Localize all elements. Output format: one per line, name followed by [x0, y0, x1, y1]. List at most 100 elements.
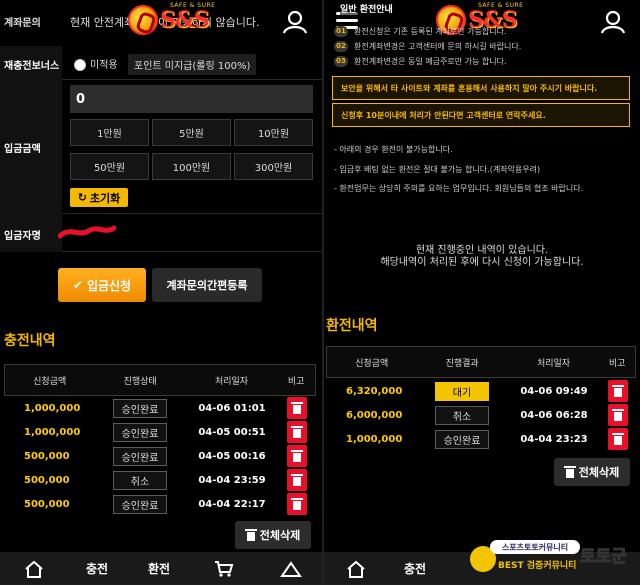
account-inquiry-label: 계좌문의	[4, 18, 41, 29]
scroll-top-icon[interactable]	[280, 560, 302, 578]
notice-text: 환전계좌변경은 고객센터에 문의 하시길 바랍니다.	[354, 42, 522, 51]
amount-label: 입금금액	[4, 144, 41, 155]
status-badge: 취소	[113, 470, 167, 490]
brand-logo[interactable]: S&S SAFE & SURE	[128, 2, 215, 38]
trash-icon	[291, 402, 303, 414]
amount-5man-button[interactable]: 5만원	[152, 119, 231, 146]
deposit-history-title: 충전내역	[4, 333, 56, 349]
table-row: 6,320,000 대기 04-06 09:49	[326, 379, 636, 403]
notice-text: 환전신청은 기존 등록된 계좌로만 가능합니다.	[354, 27, 507, 36]
amount-50man-button[interactable]: 50만원	[70, 153, 149, 180]
bonus-note: 포인트 미지급(롤링 100%)	[128, 54, 257, 75]
row-date: 04-04 22:17	[198, 498, 266, 510]
user-icon[interactable]	[282, 10, 308, 34]
exchange-table-header: 신청금액 진행결과 처리일자 비고	[326, 346, 636, 378]
account-register-button[interactable]: 계좌문의간편등록	[152, 268, 262, 302]
brand-tagline: SAFE & SURE	[478, 2, 524, 9]
deposit-submit-button[interactable]: ✔ 입금신청	[58, 268, 146, 302]
notice-item: 02 환전계좌변경은 고객센터에 문의 하시길 바랍니다.	[334, 41, 521, 52]
row-date: 04-06 09:49	[520, 385, 588, 397]
delete-row-button[interactable]	[287, 469, 307, 491]
trash-icon	[291, 426, 303, 438]
reset-label: 초기화	[89, 191, 121, 205]
depositor-label: 입금자명	[4, 231, 41, 242]
col-note: 비고	[608, 358, 626, 369]
delete-row-button[interactable]	[287, 421, 307, 443]
radio-icon	[74, 59, 86, 71]
home-icon[interactable]	[24, 560, 44, 578]
section-label: 일반 환전안내	[340, 2, 393, 15]
delete-all-button[interactable]: 전체삭제	[235, 521, 311, 549]
amount-1man-button[interactable]: 1만원	[70, 119, 149, 146]
exchange-history-title: 환전내역	[326, 318, 378, 334]
brand-tagline: SAFE & SURE	[170, 2, 216, 9]
bonus-label: 재충전보너스	[4, 61, 60, 72]
row-amount: 1,000,000	[24, 402, 81, 414]
row-amount: 6,320,000	[346, 385, 403, 397]
nav-exchange[interactable]: 환전	[148, 560, 170, 577]
row-date: 04-04 23:59	[198, 474, 266, 486]
redacted-name-mark	[58, 225, 116, 239]
col-date: 처리일자	[214, 376, 249, 387]
trash-icon	[291, 498, 303, 510]
nav-charge[interactable]: 충전	[86, 560, 108, 577]
notice-number: 03	[334, 56, 348, 67]
table-row: 1,000,000 승인완료 04-05 00:51	[4, 420, 316, 444]
reset-button[interactable]: ↻ 초기화	[70, 188, 128, 207]
delete-row-button[interactable]	[287, 397, 307, 419]
watermark-best: BEST 검증커뮤니티	[498, 561, 577, 571]
col-note: 비고	[287, 376, 305, 387]
row-amount: 1,000,000	[24, 426, 81, 438]
amount-input[interactable]	[70, 85, 313, 113]
refresh-icon: ↻	[77, 191, 87, 204]
bonus-option-radio[interactable]: 미적용	[74, 56, 118, 71]
trash-icon	[612, 409, 624, 421]
user-icon[interactable]	[600, 10, 626, 34]
row-amount: 500,000	[24, 450, 70, 462]
col-status: 진행상태	[123, 376, 157, 387]
row-amount: 500,000	[24, 474, 70, 486]
trash-icon	[612, 385, 624, 397]
amount-10man-button[interactable]: 10만원	[234, 119, 313, 146]
row-date: 04-05 00:51	[198, 426, 266, 438]
brand-name: S&S	[160, 7, 210, 33]
trash-icon	[612, 433, 624, 445]
notice-number: 02	[334, 41, 348, 52]
delete-row-button[interactable]	[608, 428, 628, 450]
row-date: 04-06 06:28	[520, 409, 588, 421]
row-amount: 6,000,000	[346, 409, 403, 421]
delete-row-button[interactable]	[287, 493, 307, 515]
delete-all-button[interactable]: 전체삭제	[554, 458, 630, 486]
home-icon[interactable]	[346, 560, 366, 578]
col-date: 처리일자	[536, 358, 571, 369]
amount-300man-button[interactable]: 300만원	[234, 153, 313, 180]
delete-all-label: 전체삭제	[259, 529, 301, 542]
delete-row-button[interactable]	[608, 380, 628, 402]
amount-100man-button[interactable]: 100만원	[152, 153, 231, 180]
col-amount: 신청금액	[33, 376, 67, 387]
status-badge: 승인완료	[113, 494, 167, 514]
bullet-note: - 입금후 배팅 없는 환전은 절대 불가능 합니다.(계좌악용우려)	[334, 165, 541, 174]
table-row: 6,000,000 취소 04-06 06:28	[326, 403, 636, 427]
cart-icon[interactable]	[214, 560, 234, 578]
col-amount: 신청금액	[355, 358, 389, 369]
trash-icon	[291, 474, 303, 486]
notice-text: 환전계좌변경은 동일 예금주로만 가능 합니다.	[354, 57, 507, 66]
trash-icon	[291, 450, 303, 462]
logo-emblem-icon	[128, 5, 158, 35]
col-result: 진행결과	[445, 358, 479, 369]
watermark-bubble: 스포츠토토커뮤니티	[490, 540, 580, 554]
table-row: 1,000,000 승인완료 04-04 23:23	[326, 427, 636, 451]
status-badge: 승인완료	[113, 422, 167, 442]
delete-row-button[interactable]	[608, 404, 628, 426]
delete-row-button[interactable]	[287, 445, 307, 467]
deposit-panel: 계좌문의 현재 안전계좌 발행이 가능하지 않습니다. S&S SAFE & S…	[0, 0, 322, 585]
exchange-panel: 일반 환전안내 S&S SAFE & SURE 01 환전신청은 기존 등록된 계…	[324, 0, 640, 585]
bonus-option-label: 미적용	[90, 60, 118, 71]
row-amount: 500,000	[24, 498, 70, 510]
row-amount: 1,000,000	[346, 433, 403, 445]
row-date: 04-04 23:23	[520, 433, 588, 445]
bullet-note: - 아래의 경우 환전이 불가능합니다.	[334, 145, 453, 154]
nav-charge[interactable]: 충전	[404, 560, 426, 577]
community-watermark: 스포츠토토커뮤니티 BEST 검증커뮤니티 토토군	[470, 538, 630, 584]
